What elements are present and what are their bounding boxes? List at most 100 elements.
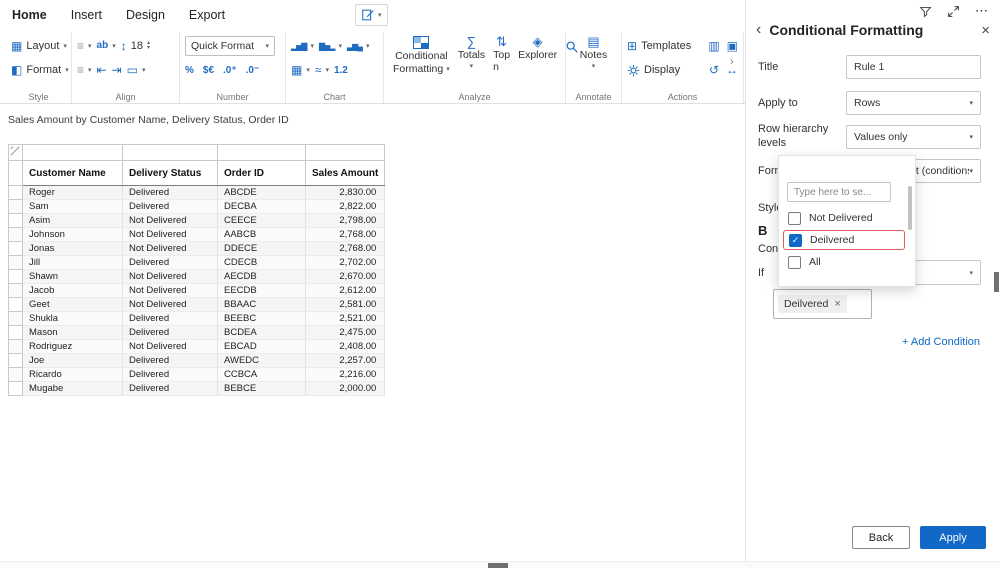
number-format-button[interactable]: 1.2 [334, 65, 348, 76]
tab-home[interactable]: Home [0, 0, 59, 30]
table-row[interactable]: Geet Not Delivered BBAAC 2,581.00 [8, 297, 386, 312]
table-row[interactable]: Rodriguez Not Delivered EBCAD 2,408.00 [8, 339, 386, 354]
row-handle[interactable] [8, 367, 23, 382]
row-handle[interactable] [8, 311, 23, 326]
back-chevron-icon[interactable]: ‹ [756, 21, 761, 39]
table-row[interactable]: Jonas Not Delivered DDECE 2,768.00 [8, 241, 386, 256]
table-view-button[interactable]: ▦ ▾ [291, 58, 310, 82]
row-handle[interactable] [8, 381, 23, 396]
indent-increase-icon[interactable]: ⇥ [112, 64, 122, 76]
row-height-stepper[interactable]: ↕ 18 ▴ ▾ [121, 34, 150, 58]
table-row[interactable]: Roger Delivered ABCDE 2,830.00 [8, 185, 386, 200]
table-row[interactable]: Mason Delivered BCDEA 2,475.00 [8, 325, 386, 340]
top-n-button[interactable]: ⇅ Top n [489, 34, 514, 75]
report-canvas[interactable]: Sales Amount by Customer Name, Delivery … [0, 104, 745, 560]
notes-button[interactable]: ▤ Notes ▾ [571, 34, 616, 72]
grid-cell[interactable] [22, 144, 123, 161]
quick-format-dropdown[interactable]: Quick Format ▾ [185, 36, 275, 56]
chip-remove-icon[interactable]: × [834, 298, 840, 310]
indent-decrease-icon[interactable]: ⇤ [97, 64, 107, 76]
table-row[interactable]: Joe Delivered AWEDC 2,257.00 [8, 353, 386, 368]
table-row[interactable]: Sam Delivered DECBA 2,822.00 [8, 199, 386, 214]
bar-chart-button[interactable]: ▂▅▇ ▾ [291, 34, 314, 58]
table-row[interactable]: Johnson Not Delivered AABCB 2,768.00 [8, 227, 386, 242]
tab-design[interactable]: Design [114, 0, 177, 30]
horizontal-scroll-thumb[interactable] [488, 563, 508, 568]
column-header[interactable]: Customer Name [22, 160, 123, 186]
checkbox[interactable]: ✓ [789, 233, 802, 247]
text-align-button[interactable]: ≡ ▾ [77, 34, 92, 58]
bold-button[interactable]: B [758, 220, 776, 240]
currency-format-icon[interactable]: $€ [203, 65, 214, 76]
popup-scrollbar[interactable] [908, 186, 912, 230]
back-button[interactable]: Back [852, 526, 910, 549]
report-edit-button[interactable]: ▾ [355, 4, 388, 26]
layout-button[interactable]: ▦ Layout ▾ [11, 34, 67, 58]
border-button[interactable]: ▭ ▾ [127, 58, 146, 82]
display-button[interactable]: Display [627, 58, 680, 82]
horizontal-scrollbar[interactable] [0, 561, 1000, 568]
more-options-icon[interactable]: ⋯ [975, 4, 988, 17]
condition-value-well[interactable]: Deilvered × [773, 289, 872, 319]
row-handle[interactable] [8, 283, 23, 298]
row-handle[interactable] [8, 241, 23, 256]
row-handle[interactable] [8, 213, 23, 228]
row-handle[interactable] [8, 269, 23, 284]
sparkline-button[interactable]: ≈ ▾ [315, 58, 329, 82]
column-header[interactable]: Sales Amount [304, 160, 386, 186]
panel-collapse-chevron[interactable]: › [730, 56, 734, 68]
grid-cell[interactable] [304, 144, 386, 161]
apply-to-dropdown[interactable]: Rows ▾ [846, 91, 981, 115]
rule-title-input[interactable] [846, 55, 981, 79]
expand-icon[interactable] [947, 5, 960, 18]
row-handle[interactable] [8, 199, 23, 214]
popup-option[interactable]: ✓ Deilvered [783, 230, 905, 250]
table-row[interactable]: Shukla Delivered BEEBC 2,521.00 [8, 311, 386, 326]
popup-search-input[interactable] [787, 182, 891, 202]
canvas-corner-cell[interactable] [8, 144, 23, 161]
tab-insert[interactable]: Insert [59, 0, 114, 30]
table-row[interactable]: Jacob Not Delivered EECDB 2,612.00 [8, 283, 386, 298]
conditional-formatting-button[interactable]: Conditional Formatting ▾ [389, 34, 454, 77]
column-header[interactable]: Order ID [217, 160, 306, 186]
table-row[interactable]: Jill Delivered CDECB 2,702.00 [8, 255, 386, 270]
format-button[interactable]: ◧ Format ▾ [11, 58, 69, 82]
row-handle[interactable] [8, 185, 23, 200]
tab-export[interactable]: Export [177, 0, 237, 30]
column-chart-button[interactable]: ▇▅▂ ▾ [319, 34, 342, 58]
undo-icon[interactable]: ↺ [709, 64, 719, 76]
freeze-panes-icon[interactable]: ▣ [727, 40, 738, 52]
explorer-button[interactable]: ◈ Explorer [514, 34, 561, 63]
add-condition-link[interactable]: + Add Condition [902, 336, 980, 348]
row-handle[interactable] [8, 339, 23, 354]
row-handle[interactable] [8, 297, 23, 312]
combo-chart-button[interactable]: ▃▆▄ ▾ [347, 34, 370, 58]
templates-button[interactable]: ⊞ Templates [627, 34, 691, 58]
spin-down-icon[interactable]: ▾ [147, 45, 150, 51]
table-row[interactable]: Mugabe Delivered BEBCE 2,000.00 [8, 381, 386, 396]
grid-cell[interactable] [122, 144, 218, 161]
grid-cell[interactable] [217, 144, 306, 161]
checkbox[interactable] [788, 211, 801, 225]
columns-icon[interactable]: ▥ [708, 40, 719, 52]
apply-button[interactable]: Apply [920, 526, 986, 549]
row-handle[interactable] [8, 255, 23, 270]
row-handle[interactable] [8, 353, 23, 368]
percent-format-icon[interactable]: % [185, 65, 194, 76]
table-row[interactable]: Asim Not Delivered CEECE 2,798.00 [8, 213, 386, 228]
decimal-decrease-icon[interactable]: .0⁻ [246, 65, 260, 76]
wrap-text-button[interactable]: ab ▾ [97, 34, 116, 58]
vertical-scroll-thumb[interactable] [994, 272, 999, 292]
stepper-arrows[interactable]: ▴ ▾ [147, 40, 150, 51]
filter-icon[interactable] [919, 5, 932, 18]
close-icon[interactable]: × [981, 22, 990, 39]
column-header[interactable]: Delivery Status [122, 160, 218, 186]
table-row[interactable]: Shawn Not Delivered AECDB 2,670.00 [8, 269, 386, 284]
popup-option[interactable]: All [783, 252, 905, 272]
popup-option[interactable]: Not Delivered [783, 208, 905, 228]
vertical-align-button[interactable]: ≡ ▾ [77, 58, 92, 82]
row-hierarchy-dropdown[interactable]: Values only ▾ [846, 125, 981, 149]
totals-button[interactable]: ∑ Totals ▾ [454, 34, 489, 72]
checkbox[interactable] [788, 255, 801, 269]
table-row[interactable]: Ricardo Delivered CCBCA 2,216.00 [8, 367, 386, 382]
